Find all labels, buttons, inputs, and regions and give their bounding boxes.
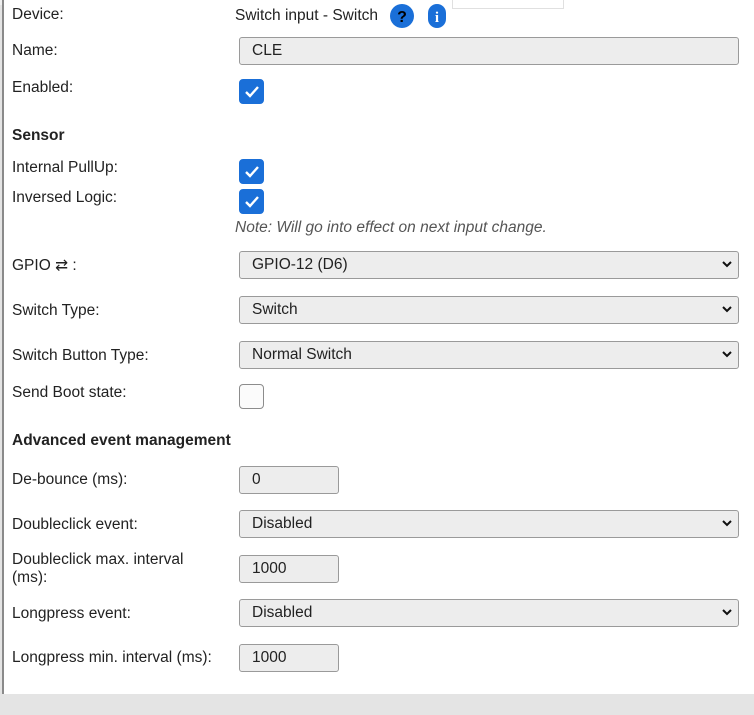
switch-type-value: Switch [252, 301, 298, 318]
send-boot-state-label: Send Boot state: [12, 384, 127, 401]
longpress-interval-label: Longpress min. interval (ms): [12, 649, 212, 666]
inversed-logic-label: Inversed Logic: [12, 189, 118, 206]
info-icon[interactable]: i [428, 4, 446, 28]
svg-text:i: i [435, 10, 439, 26]
doubleclick-event-value: Disabled [252, 515, 313, 532]
device-settings-panel: Device: Switch input - Switch ? i Name: … [2, 0, 754, 694]
svg-text:?: ? [397, 9, 407, 26]
longpress-event-label: Longpress event: [12, 605, 131, 622]
gpio-label: GPIO ⇄ : [12, 257, 77, 274]
longpress-interval-input[interactable]: 1000 [239, 644, 339, 672]
switch-button-type-select[interactable]: Normal Switch [239, 341, 739, 369]
internal-pullup-checkbox[interactable] [239, 159, 264, 184]
chevron-down-icon [722, 306, 732, 313]
longpress-event-value: Disabled [252, 604, 313, 621]
internal-pullup-label: Internal PullUp: [12, 159, 118, 176]
chevron-down-icon [722, 520, 732, 527]
doubleclick-interval-label-line2: (ms): [12, 569, 48, 586]
switch-button-type-label: Switch Button Type: [12, 347, 149, 364]
inversed-logic-checkbox[interactable] [239, 189, 264, 214]
longpress-event-select[interactable]: Disabled [239, 599, 739, 627]
doubleclick-interval-label-line1: Doubleclick max. interval [12, 551, 184, 568]
chevron-down-icon [722, 609, 732, 616]
top-tab-edge [452, 0, 564, 9]
device-value: Switch input - Switch [235, 7, 378, 24]
doubleclick-interval-input[interactable]: 1000 [239, 555, 339, 583]
doubleclick-interval-label: Doubleclick max. interval (ms): [12, 551, 183, 587]
chevron-down-icon [722, 351, 732, 358]
switch-type-select[interactable]: Switch [239, 296, 739, 324]
advanced-heading: Advanced event management [12, 432, 231, 449]
enabled-checkbox[interactable] [239, 79, 264, 104]
inversed-logic-note: Note: Will go into effect on next input … [235, 219, 547, 236]
switch-button-type-value: Normal Switch [252, 346, 352, 363]
debounce-label: De-bounce (ms): [12, 471, 128, 488]
name-label: Name: [12, 42, 58, 59]
chevron-down-icon [722, 261, 732, 268]
gpio-select-value: GPIO-12 (D6) [252, 256, 348, 273]
doubleclick-event-label: Doubleclick event: [12, 516, 138, 533]
enabled-label: Enabled: [12, 79, 74, 96]
device-label: Device: [12, 6, 64, 23]
switch-type-label: Switch Type: [12, 302, 100, 319]
send-boot-state-checkbox[interactable] [239, 384, 264, 409]
sensor-heading: Sensor [12, 127, 65, 144]
gpio-select[interactable]: GPIO-12 (D6) [239, 251, 739, 279]
debounce-input[interactable]: 0 [239, 466, 339, 494]
doubleclick-event-select[interactable]: Disabled [239, 510, 739, 538]
name-input[interactable]: CLE [239, 37, 739, 65]
help-icon[interactable]: ? [390, 4, 414, 28]
